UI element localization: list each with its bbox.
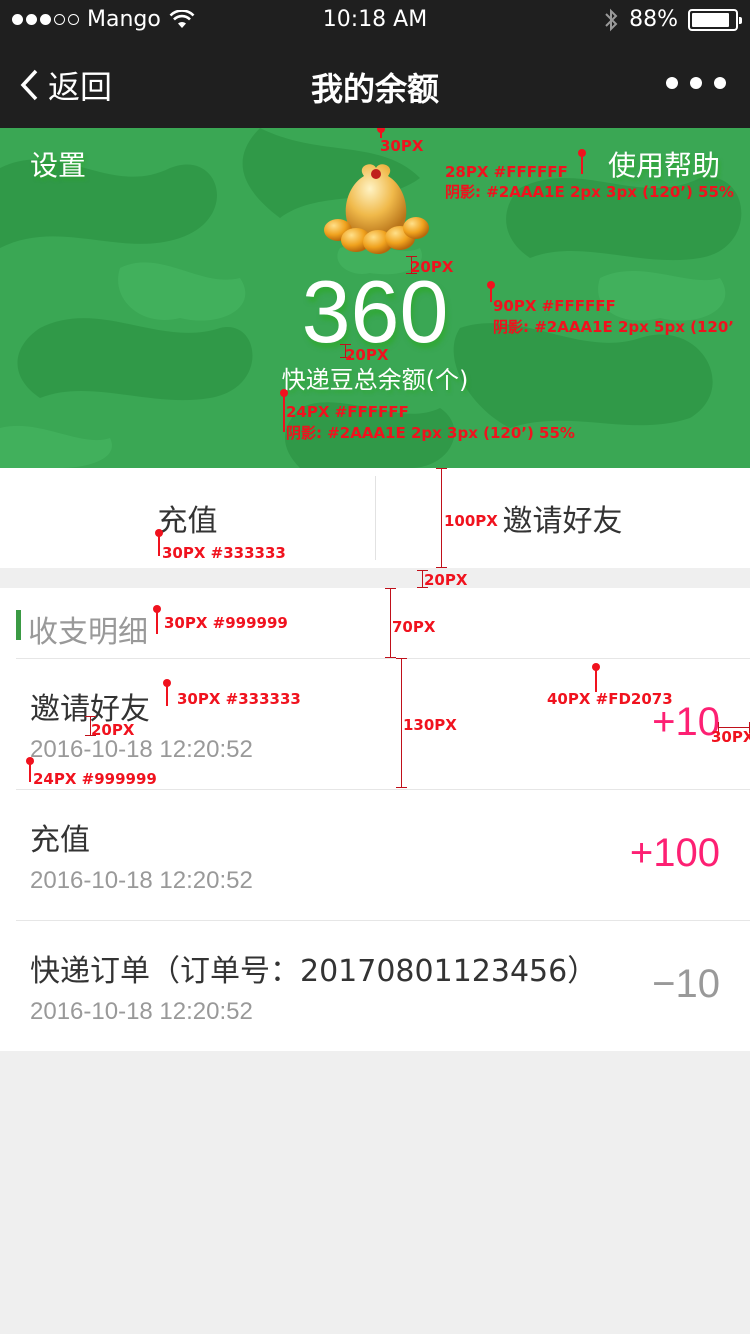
annotation-pin: [592, 663, 600, 692]
section-accent-bar: [16, 610, 21, 640]
annotation-section-gap: 20PX: [424, 571, 468, 589]
transaction-date: 2016-10-18 12:20:52: [30, 998, 253, 1025]
annotation-row-height: 130PX: [403, 716, 457, 734]
annotation-right-margin: 30PX: [711, 728, 750, 746]
more-dot: [666, 77, 678, 89]
row-divider: [16, 658, 750, 659]
status-right-group: 88%: [603, 7, 742, 32]
battery-fill: [692, 12, 729, 27]
annotation-bag-gap: 20PX: [410, 258, 454, 276]
transaction-name: 快递订单（订单号：20170801123456）: [30, 954, 598, 989]
annotation-header-height-line: [385, 588, 396, 658]
more-button[interactable]: [666, 77, 726, 89]
annotation-action-spec: 30PX #333333: [162, 544, 286, 562]
annotation-pin: [26, 757, 34, 782]
battery-icon: [688, 8, 742, 31]
annotation-header-spec: 30PX #999999: [164, 614, 288, 632]
bluetooth-icon: [605, 8, 618, 31]
page-title: 我的余额: [310, 70, 439, 108]
annotation-top-gap: 30PX: [380, 137, 424, 155]
row-divider: [16, 920, 750, 921]
annotation-action-height: 100PX: [444, 512, 498, 530]
annotation-help-shadow: 阴影: #2AAA1E 2px 3px (120’) 55%: [445, 183, 734, 201]
annotation-pin: [163, 679, 171, 706]
annotation-label-spec: 24PX #FFFFFF: [286, 403, 409, 421]
annotation-section-gap-line: [417, 570, 428, 588]
annotation-pin: [578, 149, 586, 174]
transaction-date: 2016-10-18 12:20:52: [30, 867, 253, 894]
row-divider: [16, 789, 750, 790]
annotation-pin: [280, 389, 288, 432]
annotation-row-name-spec: 30PX #333333: [177, 690, 301, 708]
annotation-pin: [153, 605, 161, 634]
action-bar: 充值 邀请好友 30PX #333333 100PX: [0, 468, 750, 568]
navigation-bar: 返回 我的余额: [0, 40, 750, 128]
annotation-row-inner-gap: 20PX: [91, 721, 135, 739]
transaction-amount: −10: [652, 962, 720, 1006]
annotation-label-shadow: 阴影: #2AAA1E 2px 3px (120’) 55%: [286, 424, 575, 442]
annotation-amount-shadow: 阴影: #2AAA1E 2px 5px (120’: [493, 318, 734, 336]
more-dot: [714, 77, 726, 89]
transaction-date: 2016-10-18 12:20:52: [30, 736, 253, 763]
annotation-amount-spec: 90PX #FFFFFF: [493, 297, 616, 315]
transaction-amount: +100: [629, 831, 720, 875]
annotation-row-value-spec: 40PX #FD2073: [547, 690, 673, 708]
annotation-pin: [155, 529, 163, 556]
annotation-action-height-line: [436, 468, 447, 568]
annotation-row-height-line: [396, 658, 407, 788]
invite-friends-button[interactable]: 邀请好友: [375, 468, 750, 568]
annotation-header-height: 70PX: [392, 618, 436, 636]
balance-label: 快递豆总余额(个): [281, 366, 469, 394]
settings-button[interactable]: 设置: [30, 144, 86, 184]
annotation-pin: [487, 281, 495, 302]
action-divider: [375, 476, 376, 560]
battery-percent: 88%: [629, 7, 678, 32]
list-item[interactable]: 邀请好友 2016-10-18 12:20:52 +10 30PX #33333…: [0, 658, 750, 788]
money-bag-icon: [324, 164, 429, 254]
list-title: 收支明细: [28, 615, 148, 650]
annotation-label-gap: 20PX: [345, 346, 389, 364]
transaction-name: 充值: [30, 823, 90, 858]
list-item[interactable]: 快递订单（订单号：20170801123456） 2016-10-18 12:2…: [0, 920, 750, 1050]
balance-hero: 设置 使用帮助 360 快递豆总余额(个) 30PX 28PX #FFFFFF …: [0, 128, 750, 468]
annotation-help-spec: 28PX #FFFFFF: [445, 163, 568, 181]
list-item[interactable]: 充值 2016-10-18 12:20:52 +100: [0, 789, 750, 919]
status-bar: Mango 10:18 AM 88%: [0, 0, 750, 40]
more-dot: [690, 77, 702, 89]
help-button[interactable]: 使用帮助: [608, 144, 720, 184]
transaction-list: 收支明细 30PX #999999 70PX 邀请好友 2016-10-18 1…: [0, 588, 750, 1051]
list-header: 收支明细 30PX #999999 70PX: [0, 588, 750, 658]
annotation-row-date-spec: 24PX #999999: [33, 770, 157, 788]
